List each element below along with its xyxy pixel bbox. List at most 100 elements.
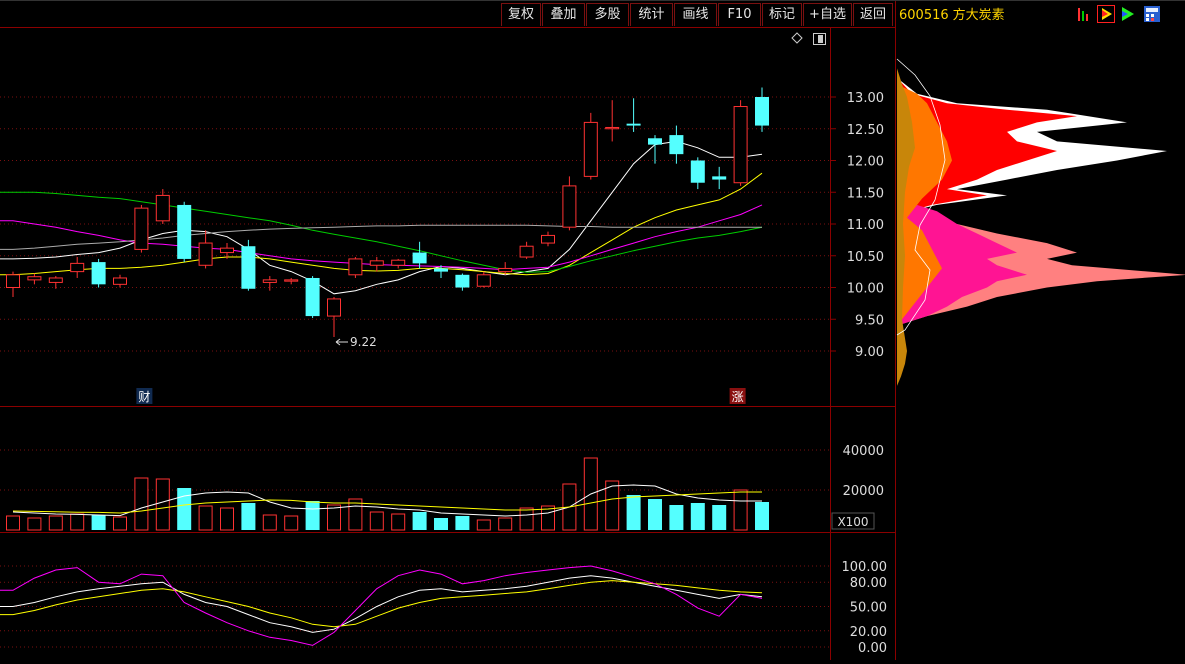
back-button[interactable]: 返回 [853, 3, 893, 26]
volume-bar[interactable] [305, 501, 320, 530]
f10-button[interactable]: F10 [718, 3, 761, 26]
overlay-button[interactable]: 叠加 [542, 3, 585, 26]
statistics-button[interactable]: 统计 [630, 3, 673, 26]
price-tick-label: 11.50 [847, 186, 884, 201]
candle[interactable] [348, 258, 363, 276]
candle[interactable] [626, 123, 641, 126]
candle[interactable] [284, 279, 299, 282]
candle[interactable] [241, 246, 256, 289]
calculator-icon[interactable] [1143, 5, 1161, 23]
panel-toggle-fill-icon [818, 35, 823, 43]
candle[interactable] [198, 242, 213, 266]
mark-button[interactable]: 标记 [762, 3, 802, 26]
volume-bar[interactable] [519, 507, 534, 531]
candle[interactable] [134, 207, 149, 250]
flag-red-icon[interactable] [1097, 5, 1115, 23]
candle[interactable] [305, 277, 320, 317]
candle[interactable] [605, 126, 620, 130]
volume-bar[interactable] [648, 499, 662, 530]
price-tick-label: 9.50 [855, 313, 884, 328]
kline-chart[interactable]: 13.00 12.50 12.00 11.50 11.00 10.50 10.00 9.50 9… [0, 0, 1185, 660]
candle[interactable] [669, 135, 684, 155]
stock-name: 方大炭素 [952, 8, 1005, 23]
candle[interactable] [519, 245, 534, 258]
candle[interactable] [541, 234, 555, 244]
volume-bar[interactable] [434, 518, 448, 530]
volume-bar[interactable] [134, 477, 149, 531]
kdj-tick-label: 20.00 [850, 625, 887, 640]
volume-bar[interactable] [498, 517, 513, 531]
candle[interactable] [434, 268, 448, 272]
price-tick-label: 12.50 [847, 123, 884, 138]
volume-bar[interactable] [6, 515, 20, 531]
candle[interactable] [27, 276, 42, 281]
candle[interactable] [70, 262, 85, 273]
candle[interactable] [113, 277, 127, 285]
kdj-tick-label: 80.00 [850, 576, 887, 591]
multi-stock-button[interactable]: 多股 [586, 3, 629, 26]
volume-bar[interactable] [626, 495, 641, 530]
candle[interactable] [412, 252, 427, 264]
candle[interactable] [327, 298, 341, 317]
volume-bar[interactable] [690, 503, 705, 530]
volume-tick-label: 40000 [843, 444, 884, 459]
price-tick-label: 9.00 [855, 345, 884, 360]
candle[interactable] [562, 185, 577, 228]
candle[interactable] [262, 279, 277, 283]
candle[interactable] [155, 194, 170, 222]
volume-bar[interactable] [155, 478, 170, 531]
volume-bar[interactable] [48, 515, 63, 531]
add-watchlist-button[interactable]: +自选 [803, 3, 852, 26]
volume-bar[interactable] [391, 513, 406, 531]
volume-bar[interactable] [369, 511, 384, 531]
candle[interactable] [220, 247, 234, 254]
candle[interactable] [498, 267, 513, 273]
volume-bar[interactable] [755, 502, 769, 530]
volume-bar[interactable] [220, 507, 234, 531]
ma-line-ma20 [0, 204, 763, 271]
candle[interactable] [712, 176, 727, 180]
candle[interactable] [48, 277, 63, 283]
volume-bar[interactable] [412, 512, 427, 530]
play-icon[interactable] [1119, 5, 1137, 23]
candle[interactable] [476, 274, 491, 287]
draw-line-button[interactable]: 画线 [674, 3, 717, 26]
volume-bar[interactable] [733, 489, 748, 531]
volume-bar[interactable] [605, 480, 620, 531]
low-arrow-icon [335, 338, 348, 346]
volume-bar[interactable] [177, 488, 192, 530]
volume-bar[interactable] [327, 504, 341, 531]
volume-bar[interactable] [70, 513, 85, 531]
event-marker-label: 涨 [732, 389, 744, 404]
volume-bar[interactable] [669, 505, 684, 530]
ma-line-ma60 [0, 191, 763, 273]
volume-bar[interactable] [284, 515, 299, 531]
candle[interactable] [369, 260, 384, 266]
candle[interactable] [91, 262, 106, 285]
volume-bar[interactable] [198, 505, 213, 531]
low-price-label: 9.22 [350, 335, 377, 349]
candle[interactable] [733, 106, 748, 184]
candle[interactable] [648, 138, 662, 145]
volume-bar[interactable] [455, 516, 470, 530]
event-marker-label: 财 [138, 390, 150, 404]
candle[interactable] [755, 97, 769, 126]
volume-bar[interactable] [27, 517, 42, 531]
volume-bar[interactable] [113, 516, 127, 531]
kdj-tick-label: 100.00 [842, 560, 888, 575]
volume-bar[interactable] [262, 514, 277, 531]
candle[interactable] [6, 274, 20, 288]
candle[interactable] [177, 204, 192, 259]
candle[interactable] [583, 121, 598, 177]
bar-chart-icon[interactable] [1076, 5, 1094, 23]
candle[interactable] [690, 160, 705, 183]
volume-bar[interactable] [712, 505, 727, 530]
volume-bar[interactable] [91, 515, 106, 530]
volume-bar[interactable] [241, 503, 256, 530]
fuquan-button[interactable]: 复权 [501, 3, 541, 26]
candle[interactable] [455, 274, 470, 288]
volume-bar[interactable] [476, 519, 491, 531]
kdj-line-j [0, 565, 763, 646]
candle[interactable] [391, 259, 406, 266]
diamond-icon[interactable] [791, 32, 803, 44]
